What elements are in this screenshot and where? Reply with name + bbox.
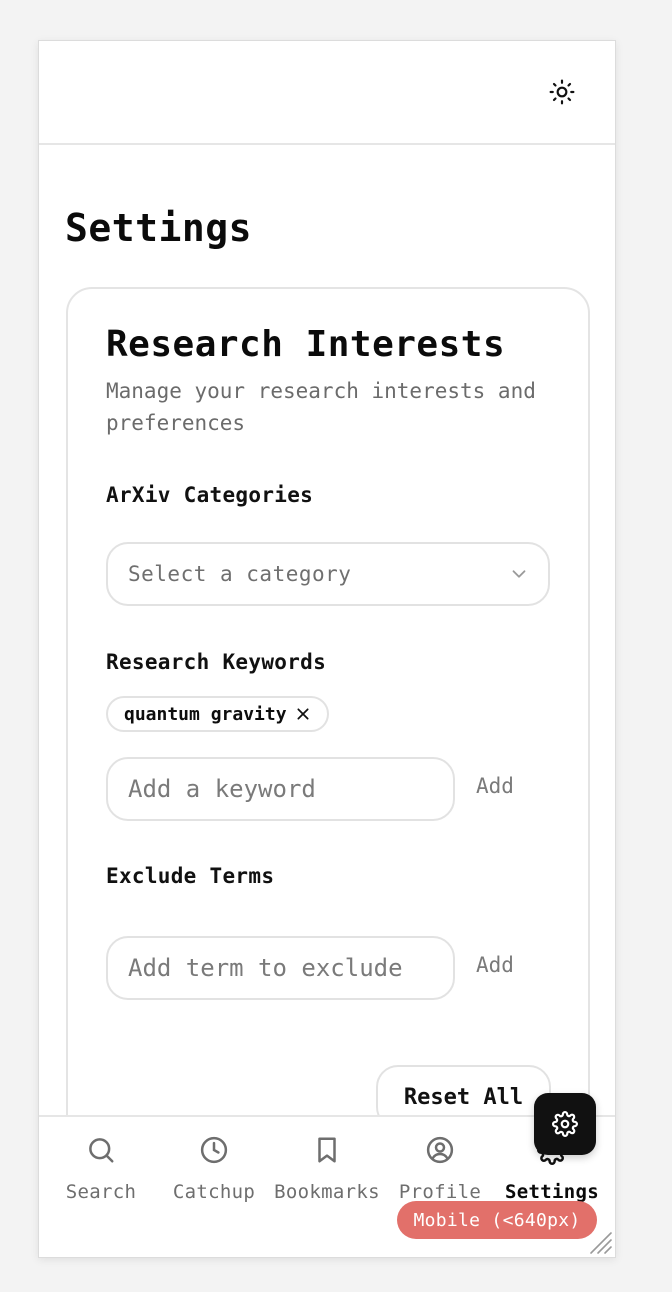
nav-item-catchup[interactable]: Catchup	[158, 1133, 270, 1203]
viewport-size-badge: Mobile (<640px)	[397, 1201, 597, 1239]
keyword-chip: quantum gravity	[106, 696, 329, 732]
close-icon	[297, 708, 309, 720]
nav-item-label: Catchup	[172, 1181, 256, 1203]
exclude-terms-label: Exclude Terms	[106, 864, 275, 888]
chevron-down-icon	[512, 570, 526, 578]
settings-fab-button[interactable]	[534, 1093, 596, 1155]
search-icon	[84, 1133, 118, 1167]
nav-item-bookmarks[interactable]: Bookmarks	[271, 1133, 383, 1203]
theme-toggle-button[interactable]	[549, 79, 575, 105]
keyword-input[interactable]	[106, 757, 455, 821]
add-exclude-term-button[interactable]: Add	[476, 953, 514, 977]
nav-item-label: Profile	[398, 1181, 482, 1203]
nav-item-label: Search	[65, 1181, 137, 1203]
card-description: Manage your research interests and prefe…	[106, 379, 536, 435]
category-select-value: Select a category	[128, 562, 352, 586]
nav-item-profile[interactable]: Profile	[384, 1133, 496, 1203]
nav-item-label: Bookmarks	[274, 1181, 380, 1203]
research-keywords-label: Research Keywords	[106, 650, 327, 674]
nav-item-label: Settings	[505, 1181, 599, 1203]
exclude-term-input[interactable]	[106, 936, 455, 1000]
gear-icon	[552, 1111, 578, 1137]
user-circle-icon	[423, 1133, 457, 1167]
clock-icon	[197, 1133, 231, 1167]
top-bar	[39, 41, 615, 145]
research-interests-card: Research Interests Manage your research …	[66, 287, 590, 1187]
resize-handle-icon[interactable]	[587, 1229, 613, 1255]
sun-icon	[549, 79, 575, 105]
page-title: Settings	[65, 206, 253, 250]
nav-item-search[interactable]: Search	[45, 1133, 157, 1203]
app-window: Settings Research Interests Manage your …	[38, 40, 616, 1258]
keyword-chip-remove-button[interactable]	[295, 706, 311, 722]
card-title: Research Interests	[106, 324, 506, 365]
category-select[interactable]: Select a category	[106, 542, 550, 606]
keyword-chip-label: quantum gravity	[124, 703, 287, 725]
add-keyword-button[interactable]: Add	[476, 774, 514, 798]
bookmark-icon	[310, 1133, 344, 1167]
arxiv-categories-label: ArXiv Categories	[106, 483, 314, 507]
